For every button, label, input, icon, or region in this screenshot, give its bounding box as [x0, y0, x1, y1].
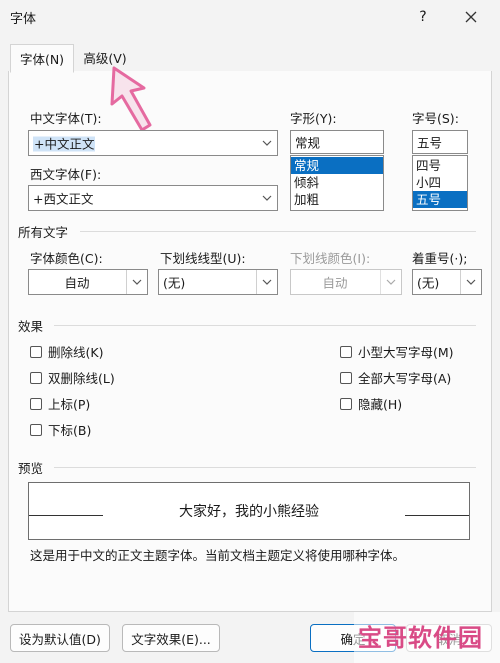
cn-font-value: +中文正文 [33, 136, 96, 152]
font-style-list[interactable]: 常规 倾斜 加粗 [290, 155, 384, 211]
cn-font-label: 中文字体(T): [30, 111, 102, 126]
checkbox-label: 删除线(K) [48, 345, 104, 360]
help-button[interactable]: ? [408, 4, 438, 30]
tab-font[interactable]: 字体(N) [10, 44, 74, 73]
all-text-section-title: 所有文字 [18, 225, 69, 240]
checkbox-box[interactable] [30, 371, 42, 384]
all-caps-checkbox[interactable]: 全部大写字母(A) [340, 368, 451, 387]
chevron-down-icon[interactable] [256, 270, 277, 294]
small-caps-checkbox[interactable]: 小型大写字母(M) [340, 342, 454, 361]
pointer-arrow-annotation [110, 66, 152, 132]
font-size-input[interactable]: 五号 [412, 130, 468, 154]
checkbox-label: 小型大写字母(M) [358, 345, 454, 360]
checkbox-label: 隐藏(H) [358, 397, 403, 412]
checkbox-label: 双删除线(L) [48, 371, 115, 386]
checkbox-box[interactable] [340, 345, 352, 358]
list-item[interactable]: 小四 [413, 174, 467, 191]
font-size-value: 五号 [417, 135, 443, 151]
underline-style-label: 下划线线型(U): [160, 251, 246, 266]
west-font-value: +西文正文 [33, 191, 94, 207]
checkbox-label: 全部大写字母(A) [358, 371, 452, 386]
checkbox-box[interactable] [340, 397, 352, 410]
list-item[interactable]: 加粗 [291, 191, 383, 208]
checkbox-label: 下标(B) [48, 423, 92, 438]
west-font-label: 西文字体(F): [30, 167, 102, 182]
close-button[interactable] [456, 4, 486, 30]
hidden-checkbox[interactable]: 隐藏(H) [340, 394, 402, 413]
emphasis-mark-combo[interactable]: (无) [412, 269, 482, 295]
underline-color-value: 自动 [322, 275, 348, 291]
font-size-list[interactable]: 四号 小四 五号 [412, 155, 468, 211]
underline-style-value: (无) [163, 275, 186, 291]
divider [54, 467, 476, 468]
checkbox-box[interactable] [30, 345, 42, 358]
checkbox-box[interactable] [30, 423, 42, 436]
list-item[interactable]: 倾斜 [291, 174, 383, 191]
font-size-label: 字号(S): [412, 111, 459, 126]
font-color-combo[interactable]: 自动 [28, 269, 148, 295]
chevron-down-icon[interactable] [460, 270, 481, 294]
cn-font-combo[interactable]: +中文正文 [28, 130, 278, 156]
divider [80, 231, 476, 232]
watermark-logo: 宝哥软件园 [358, 624, 483, 652]
checkbox-box[interactable] [30, 397, 42, 410]
list-item[interactable]: 四号 [413, 157, 467, 174]
underline-style-combo[interactable]: (无) [158, 269, 278, 295]
font-color-label: 字体颜色(C): [30, 251, 103, 266]
font-style-value: 常规 [295, 135, 321, 151]
double-strikethrough-checkbox[interactable]: 双删除线(L) [30, 368, 115, 387]
tab-font-label: 字体(N) [19, 52, 65, 67]
preview-section-title: 预览 [18, 461, 44, 476]
set-default-button[interactable]: 设为默认值(D) [10, 624, 110, 652]
effects-section-title: 效果 [18, 319, 44, 334]
divider [54, 325, 476, 326]
checkbox-label: 上标(P) [48, 397, 91, 412]
checkbox-box[interactable] [340, 371, 352, 384]
preview-box: 大家好，我的小熊经验 [28, 482, 470, 540]
font-color-value: 自动 [64, 275, 90, 291]
dialog-title: 字体 [10, 12, 37, 27]
text-effects-button[interactable]: 文字效果(E)... [122, 624, 220, 652]
preview-sample-text: 大家好，我的小熊经验 [179, 504, 319, 520]
chevron-down-icon[interactable] [257, 186, 277, 210]
strikethrough-checkbox[interactable]: 删除线(K) [30, 342, 103, 361]
chevron-down-icon [380, 270, 401, 294]
chevron-down-icon[interactable] [126, 270, 147, 294]
font-style-input[interactable]: 常规 [290, 130, 384, 154]
preview-note: 这是用于中文的正文主题字体。当前文档主题定义将使用哪种字体。 [30, 548, 406, 563]
emphasis-mark-value: (无) [417, 275, 440, 291]
close-icon [465, 11, 477, 23]
superscript-checkbox[interactable]: 上标(P) [30, 394, 90, 413]
underline-color-label: 下划线颜色(I): [290, 251, 371, 266]
west-font-combo[interactable]: +西文正文 [28, 185, 278, 211]
list-item[interactable]: 常规 [291, 157, 383, 174]
underline-color-combo: 自动 [290, 269, 402, 295]
font-style-label: 字形(Y): [290, 111, 337, 126]
help-icon: ? [419, 9, 427, 25]
chevron-down-icon[interactable] [257, 131, 277, 155]
emphasis-mark-label: 着重号(·); [412, 251, 468, 266]
subscript-checkbox[interactable]: 下标(B) [30, 420, 91, 439]
list-item[interactable]: 五号 [413, 191, 467, 208]
